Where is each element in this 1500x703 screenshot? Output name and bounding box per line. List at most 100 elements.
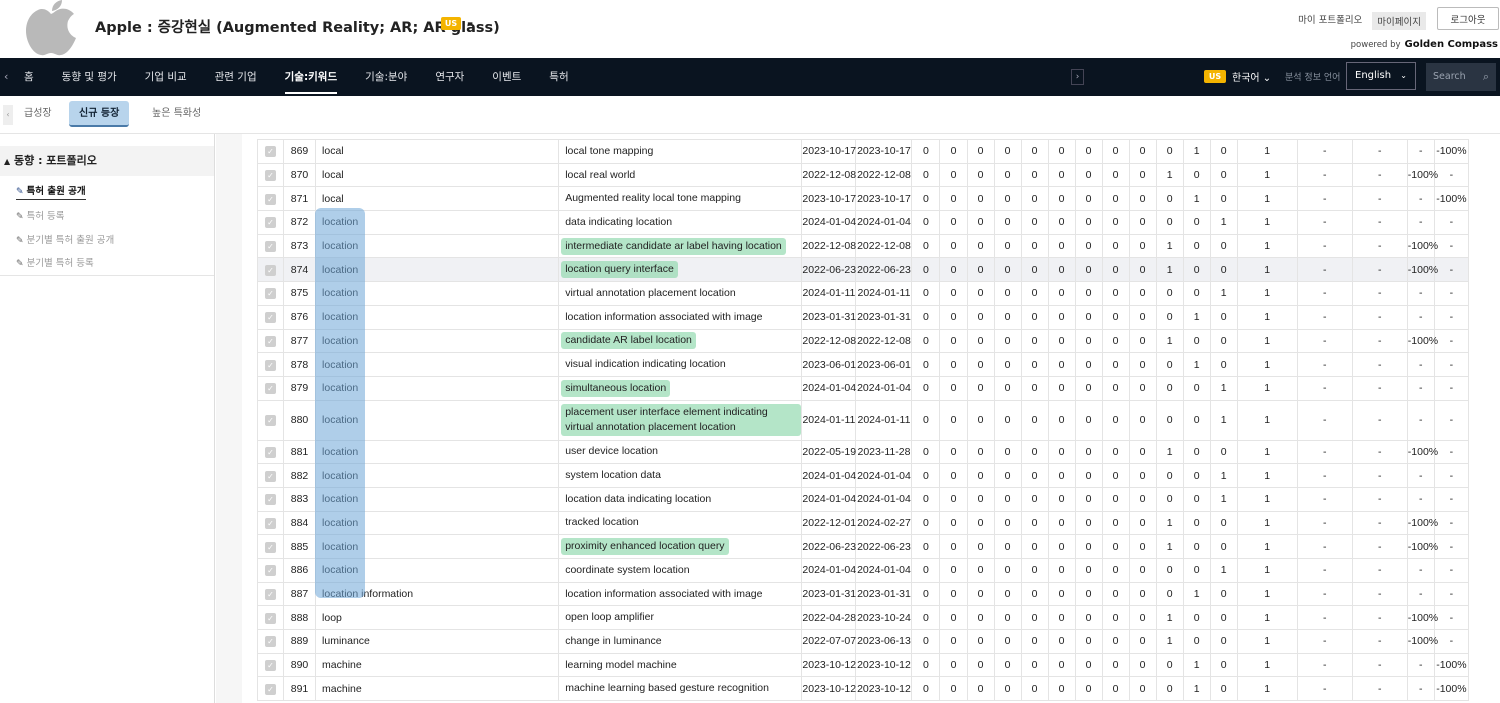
nav-item-5[interactable]: 기술:분야 xyxy=(351,58,421,96)
table-row[interactable]: ✓883locationlocation data indicating loc… xyxy=(258,487,1469,511)
table-row[interactable]: ✓882locationsystem location data2024-01-… xyxy=(258,464,1469,488)
value-cell: - xyxy=(1297,487,1352,511)
table-row[interactable]: ✓885locationproximity enhanced location … xyxy=(258,535,1469,559)
sidebar-item-quarterly-publication[interactable]: ✎분기별 특허 출원 공개 xyxy=(16,232,114,246)
table-row[interactable]: ✓871localAugmented reality local tone ma… xyxy=(258,187,1469,211)
row-checkbox-cell: ✓ xyxy=(258,305,284,329)
value-cell: 0 xyxy=(1156,211,1183,235)
table-row[interactable]: ✓888loopopen loop amplifier2022-04-28202… xyxy=(258,606,1469,630)
nav-item-0[interactable]: 홈 xyxy=(10,58,48,96)
row-checkbox[interactable]: ✓ xyxy=(265,494,276,505)
table-row[interactable]: ✓870locallocal real world2022-12-082022-… xyxy=(258,163,1469,187)
phrase-cell: learning model machine xyxy=(559,653,802,677)
table-row[interactable]: ✓887location informationlocation informa… xyxy=(258,582,1469,606)
logout-button[interactable]: 로그아웃 xyxy=(1437,7,1499,30)
value-cell: 0 xyxy=(1021,464,1048,488)
sidebar-item-patent-registration[interactable]: ✎특허 등록 xyxy=(16,208,65,222)
subtab-fast-growth[interactable]: 급성장 xyxy=(14,101,62,127)
row-checkbox[interactable]: ✓ xyxy=(265,170,276,181)
value-cell: - xyxy=(1407,282,1434,306)
table-row[interactable]: ✓891machinemachine learning based gestur… xyxy=(258,677,1469,701)
value-cell: 0 xyxy=(1129,464,1156,488)
row-checkbox[interactable]: ✓ xyxy=(265,383,276,394)
row-checkbox[interactable]: ✓ xyxy=(265,636,276,647)
value-cell: 0 xyxy=(1048,376,1075,400)
value-cell: -100% xyxy=(1407,329,1434,353)
sidebar-heading[interactable]: ▲ 동향 : 포트폴리오 xyxy=(0,146,214,176)
analysis-language-value: English xyxy=(1355,70,1391,81)
value-cell: 1 xyxy=(1237,400,1297,440)
row-checkbox[interactable]: ✓ xyxy=(265,312,276,323)
table-row[interactable]: ✓890machinelearning model machine2023-10… xyxy=(258,653,1469,677)
row-checkbox[interactable]: ✓ xyxy=(265,447,276,458)
row-checkbox[interactable]: ✓ xyxy=(265,565,276,576)
nav-item-1[interactable]: 동향 및 평가 xyxy=(48,58,131,96)
row-checkbox[interactable]: ✓ xyxy=(265,415,276,426)
value-cell: 0 xyxy=(1048,535,1075,559)
table-row[interactable]: ✓875locationvirtual annotation placement… xyxy=(258,282,1469,306)
table-row[interactable]: ✓886locationcoordinate system location20… xyxy=(258,559,1469,583)
subtab-scroll-left-icon[interactable]: ‹ xyxy=(3,105,13,125)
row-checkbox[interactable]: ✓ xyxy=(265,360,276,371)
value-cell: 0 xyxy=(1156,282,1183,306)
value-cell: 1 xyxy=(1237,440,1297,464)
row-checkbox[interactable]: ✓ xyxy=(265,336,276,347)
table-row[interactable]: ✓884locationtracked location2022-12-0120… xyxy=(258,511,1469,535)
analysis-language-select[interactable]: English⌄ xyxy=(1346,62,1416,90)
table-row[interactable]: ✓874locationlocation query interface2022… xyxy=(258,258,1469,282)
language-select[interactable]: 한국어 ⌄ xyxy=(1232,69,1271,84)
nav-item-3[interactable]: 관련 기업 xyxy=(201,58,271,96)
sidebar-item-patent-publication[interactable]: ✎특허 출원 공개 xyxy=(16,183,86,200)
row-checkbox[interactable]: ✓ xyxy=(265,660,276,671)
search-input[interactable]: Search⌕ xyxy=(1426,63,1496,91)
value-cell: 1 xyxy=(1237,511,1297,535)
row-checkbox[interactable]: ✓ xyxy=(265,589,276,600)
table-row[interactable]: ✓881locationuser device location2022-05-… xyxy=(258,440,1469,464)
row-checkbox[interactable]: ✓ xyxy=(265,241,276,252)
row-checkbox-cell: ✓ xyxy=(258,329,284,353)
table-row[interactable]: ✓869locallocal tone mapping2023-10-17202… xyxy=(258,140,1469,164)
nav-item-7[interactable]: 이벤트 xyxy=(478,58,535,96)
row-checkbox[interactable]: ✓ xyxy=(265,146,276,157)
row-checkbox[interactable]: ✓ xyxy=(265,684,276,695)
table-row[interactable]: ✓877locationcandidate AR label location2… xyxy=(258,329,1469,353)
value-cell: - xyxy=(1407,353,1434,377)
nav-item-6[interactable]: 연구자 xyxy=(421,58,478,96)
value-cell: 0 xyxy=(967,140,994,164)
table-row[interactable]: ✓876locationlocation information associa… xyxy=(258,305,1469,329)
row-checkbox[interactable]: ✓ xyxy=(265,471,276,482)
my-portfolio-link[interactable]: 마이 포트폴리오 xyxy=(1298,12,1362,30)
row-checkbox[interactable]: ✓ xyxy=(265,518,276,529)
table-row[interactable]: ✓872locationdata indicating location2024… xyxy=(258,211,1469,235)
row-checkbox[interactable]: ✓ xyxy=(265,542,276,553)
row-checkbox[interactable]: ✓ xyxy=(265,265,276,276)
value-cell: 0 xyxy=(1210,511,1237,535)
nav-item-2[interactable]: 기업 비교 xyxy=(131,58,201,96)
table-row[interactable]: ✓880locationplacement user interface ele… xyxy=(258,400,1469,440)
keyword-cell: location xyxy=(316,464,559,488)
row-checkbox[interactable]: ✓ xyxy=(265,288,276,299)
table-row[interactable]: ✓889luminancechange in luminance2022-07-… xyxy=(258,630,1469,654)
row-checkbox[interactable]: ✓ xyxy=(265,613,276,624)
nav-scroll-right-icon[interactable]: › xyxy=(1071,69,1084,85)
table-row[interactable]: ✓873locationintermediate candidate ar la… xyxy=(258,234,1469,258)
row-checkbox[interactable]: ✓ xyxy=(265,194,276,205)
nav-item-8[interactable]: 특허 xyxy=(535,58,582,96)
sidebar-item-quarterly-registration[interactable]: ✎분기별 특허 등록 xyxy=(16,255,94,269)
value-cell: 0 xyxy=(994,234,1021,258)
nav-scroll-left-icon[interactable]: ‹ xyxy=(4,70,8,83)
value-cell: 0 xyxy=(940,582,967,606)
subtab-high-specialty[interactable]: 높은 특화성 xyxy=(142,101,211,127)
subtab-new-emerging[interactable]: 신규 등장 xyxy=(69,101,129,127)
value-cell: - xyxy=(1352,376,1407,400)
row-checkbox-cell: ✓ xyxy=(258,464,284,488)
panel-gutter[interactable] xyxy=(216,134,242,703)
date-cell: 2022-06-23 xyxy=(856,535,912,559)
row-checkbox[interactable]: ✓ xyxy=(265,217,276,228)
table-row[interactable]: ✓878locationvisual indication indicating… xyxy=(258,353,1469,377)
my-page-link[interactable]: 마이페이지 xyxy=(1372,12,1426,30)
table-row[interactable]: ✓879locationsimultaneous location2024-01… xyxy=(258,376,1469,400)
nav-item-4[interactable]: 기술:키워드 xyxy=(271,58,352,96)
value-cell: 0 xyxy=(1129,400,1156,440)
search-icon[interactable]: ⌕ xyxy=(1483,63,1489,91)
